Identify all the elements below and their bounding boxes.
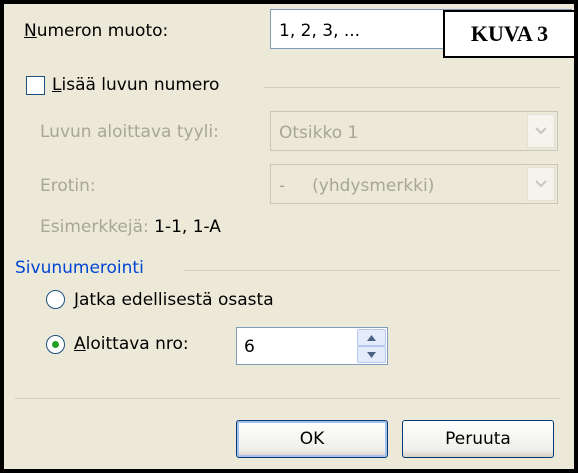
examples-label: Esimerkkejä:	[40, 217, 149, 237]
numbering-format-value: 1, 2, 3, ...	[279, 21, 361, 41]
continue-label: Jatka edellisestä osasta	[74, 290, 274, 310]
bottom-divider	[15, 398, 560, 399]
chevron-down-icon	[535, 180, 547, 188]
separator-select[interactable]: - (yhdysmerkki)	[270, 164, 558, 204]
examples-value: 1-1, 1-A	[154, 217, 221, 237]
start-at-radio[interactable]	[46, 335, 65, 354]
chapter-style-select[interactable]: Otsikko 1	[270, 111, 558, 151]
numbering-format-label: Numeron muoto:	[24, 21, 169, 41]
chapter-style-dropdown-button[interactable]	[527, 114, 555, 148]
page-number-format-dialog: Numeron muoto: 1, 2, 3, ... Lisää luvun …	[4, 4, 574, 469]
start-at-input[interactable]: 6	[236, 327, 388, 365]
figure-badge: KUVA 3	[443, 10, 576, 58]
page-numbering-group-label: Sivunumerointi	[15, 258, 144, 278]
radio-selected-dot	[52, 341, 59, 348]
start-at-value: 6	[244, 337, 255, 357]
chapter-style-label: Luvun aloittava tyyli:	[40, 122, 219, 142]
spin-up-button[interactable]	[357, 329, 386, 346]
triangle-up-icon	[367, 334, 376, 341]
triangle-down-icon	[367, 351, 376, 358]
include-chapter-divider	[264, 87, 560, 88]
start-at-spinner	[357, 329, 386, 363]
chevron-down-icon	[535, 127, 547, 135]
ok-button[interactable]: OK	[236, 420, 388, 458]
page-numbering-divider	[184, 270, 560, 271]
start-at-label: Aloittava nro:	[74, 334, 189, 354]
separator-dropdown-button[interactable]	[527, 167, 555, 201]
include-chapter-label: Lisää luvun numero	[52, 75, 220, 95]
separator-value: - (yhdysmerkki)	[279, 176, 435, 196]
include-chapter-checkbox[interactable]	[26, 76, 45, 95]
cancel-button[interactable]: Peruuta	[402, 420, 554, 458]
examples-row: Esimerkkejä: 1-1, 1-A	[40, 217, 221, 237]
spin-down-button[interactable]	[357, 346, 386, 363]
separator-label: Erotin:	[40, 176, 96, 196]
chapter-style-value: Otsikko 1	[279, 123, 359, 143]
continue-radio[interactable]	[46, 290, 65, 309]
